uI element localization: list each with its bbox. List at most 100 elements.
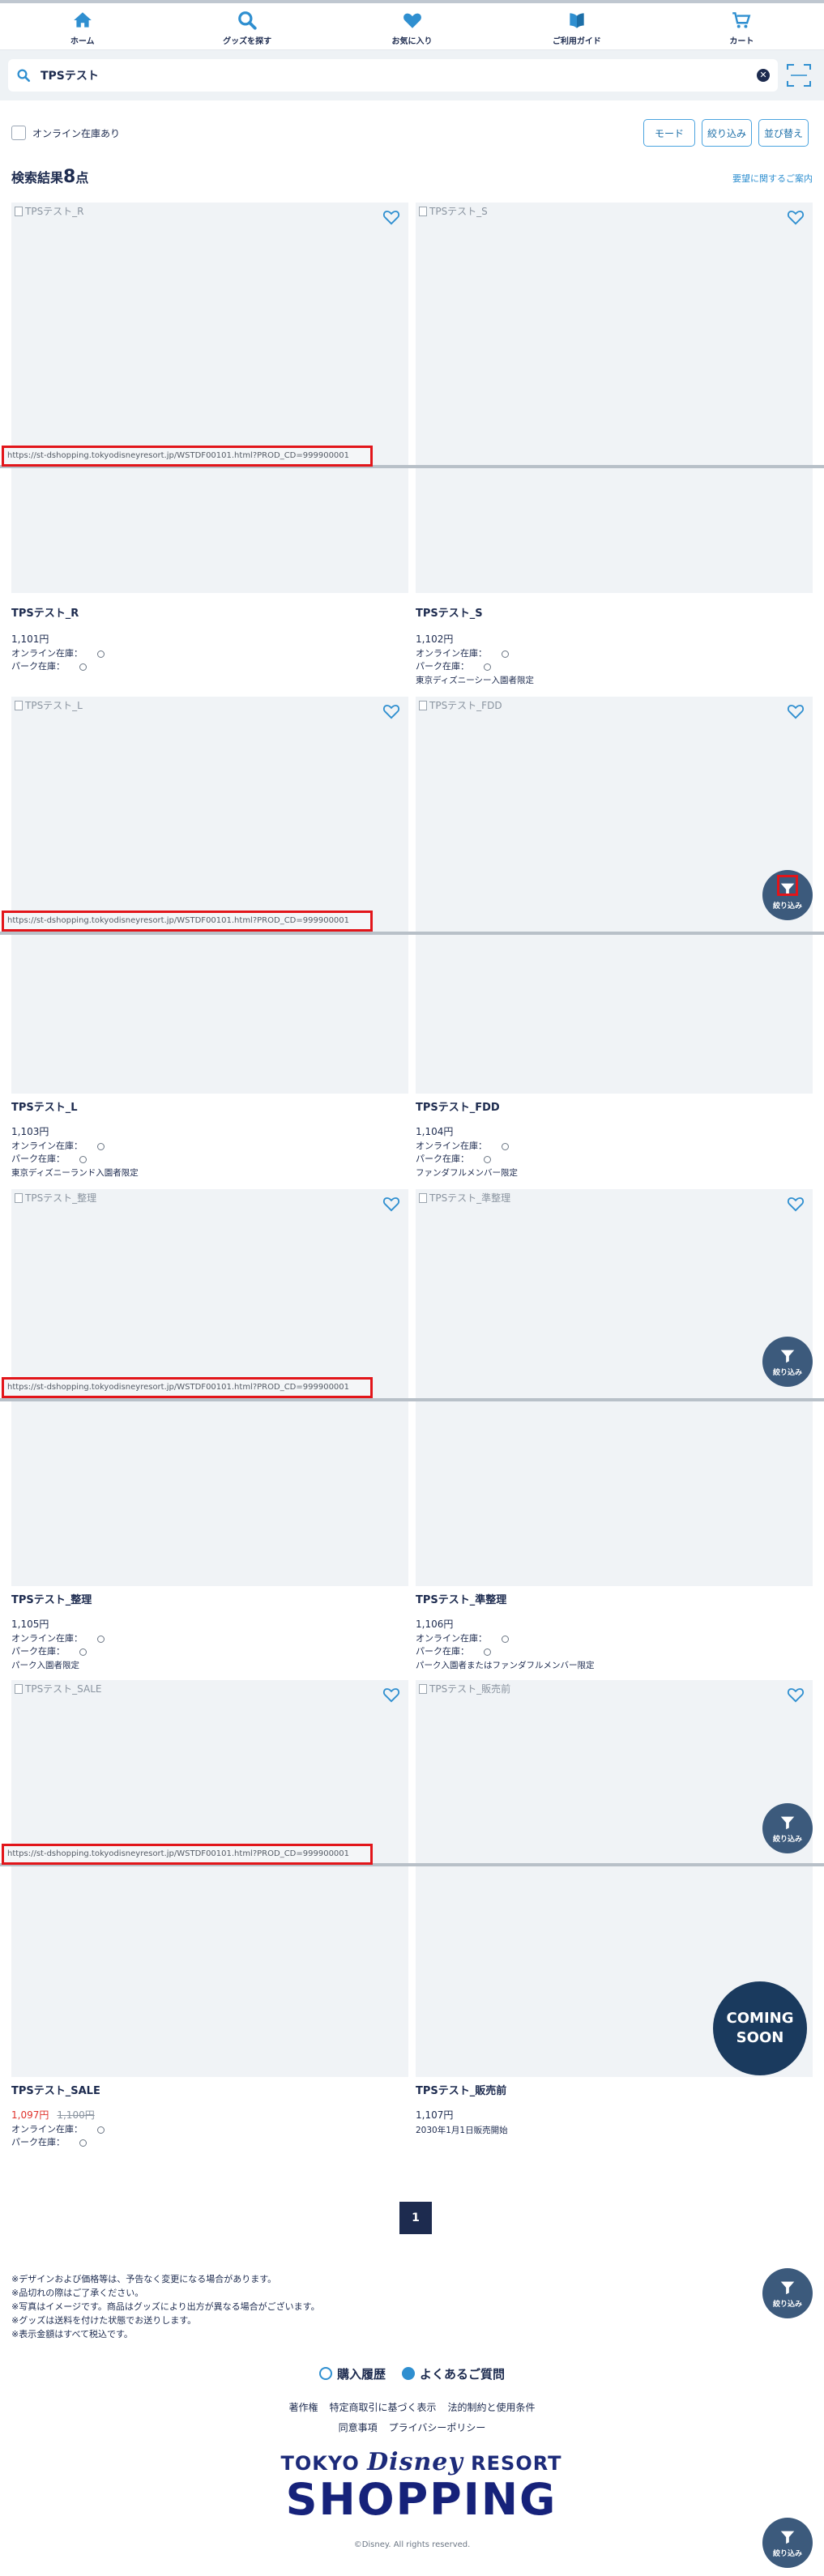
- narrow-button[interactable]: 絞り込み: [702, 119, 752, 147]
- product-card[interactable]: TPSテスト_整理 TPSテスト_整理 1,105円 オンライン在庫： パーク在…: [11, 1189, 408, 1675]
- product-image-alt: TPSテスト_販売前: [419, 1682, 510, 1695]
- product-image-alt: TPSテスト_SALE: [15, 1682, 102, 1695]
- search-input[interactable]: TPSテスト ✕: [8, 59, 778, 92]
- park-stock-status: パーク在庫：: [11, 2135, 87, 2148]
- product-name[interactable]: TPSテスト_販売前: [416, 2082, 506, 2097]
- stock-circle-icon: [484, 1155, 491, 1163]
- product-price: 1,107円: [416, 2109, 454, 2121]
- product-name[interactable]: TPSテスト_整理: [11, 1591, 92, 1606]
- stock-circle-icon: [79, 1155, 87, 1163]
- pagination-page-1[interactable]: 1: [399, 2202, 432, 2234]
- product-restriction-note: 東京ディズニーランド入園者限定: [11, 1168, 139, 1178]
- nav-guide-label: ご利用ガイド: [552, 37, 601, 46]
- filter-fab[interactable]: 絞り込み: [762, 1803, 813, 1853]
- nav-favorites[interactable]: お気に入り: [330, 3, 494, 49]
- favorite-heart-icon[interactable]: [382, 1196, 400, 1212]
- filter-row: オンライン在庫あり モード 絞り込み 並び替え: [11, 119, 813, 148]
- product-image[interactable]: TPSテスト_SALE: [11, 1680, 408, 2077]
- stock-circle-icon: [97, 1635, 105, 1643]
- stock-circle-icon: [79, 663, 87, 671]
- funnel-icon: [780, 1816, 795, 1829]
- filter-fab[interactable]: 絞り込み: [762, 2268, 813, 2318]
- favorite-heart-icon[interactable]: [787, 209, 805, 225]
- copyright-link[interactable]: 著作権: [288, 2400, 318, 2414]
- filter-fab-label: 絞り込み: [772, 2549, 802, 2558]
- favorite-heart-icon[interactable]: [787, 1687, 805, 1703]
- product-card[interactable]: TPSテスト_準整理 TPSテスト_準整理 1,106円 オンライン在庫： パー…: [416, 1189, 813, 1675]
- favorite-heart-icon[interactable]: [382, 209, 400, 225]
- original-price: 1,100円: [57, 2109, 95, 2121]
- favorite-heart-icon[interactable]: [787, 1196, 805, 1212]
- home-icon: [73, 12, 92, 28]
- sale-price: 1,097円: [11, 2109, 49, 2121]
- online-stock-checkbox[interactable]: [11, 126, 26, 140]
- stock-circle-icon: [502, 650, 509, 658]
- product-name[interactable]: TPSテスト_SALE: [11, 2082, 100, 2097]
- product-restriction-note: ファンダフルメンバー限定: [416, 1168, 518, 1178]
- nav-cart[interactable]: カート: [660, 3, 824, 49]
- broken-image-icon: [419, 1192, 427, 1203]
- online-stock-status: オンライン在庫：: [11, 2122, 105, 2135]
- online-stock-status: オンライン在庫：: [416, 646, 509, 659]
- filter-fab[interactable]: 絞り込み: [762, 1337, 813, 1387]
- favorite-heart-icon[interactable]: [382, 703, 400, 719]
- faq-link[interactable]: よくあるご質問: [402, 2365, 505, 2382]
- product-card[interactable]: TPSテスト_L TPSテスト_L 1,103円 オンライン在庫： パーク在庫：…: [11, 697, 408, 1183]
- stock-circle-icon: [79, 2139, 87, 2147]
- product-image[interactable]: TPSテスト_S: [416, 203, 813, 593]
- purchase-history-link[interactable]: 購入履歴: [318, 2365, 386, 2382]
- mode-button[interactable]: モード: [643, 119, 695, 147]
- terms-link[interactable]: 法的制約と使用条件: [448, 2400, 536, 2414]
- search-bar: TPSテスト ✕: [0, 50, 824, 100]
- product-card[interactable]: TPSテスト_SALE TPSテスト_SALE 1,097円 1,100円 オンラ…: [11, 1680, 408, 2166]
- broken-image-icon: [419, 206, 427, 216]
- product-name[interactable]: TPSテスト_準整理: [416, 1591, 506, 1606]
- product-name[interactable]: TPSテスト_L: [11, 1098, 78, 1114]
- online-stock-status: オンライン在庫：: [11, 1631, 105, 1644]
- online-stock-status: オンライン在庫：: [416, 1139, 509, 1152]
- product-image[interactable]: TPSテスト_L: [11, 697, 408, 1094]
- funnel-icon: [780, 2531, 795, 2544]
- privacy-policy-link[interactable]: プライバシーポリシー: [389, 2420, 486, 2434]
- product-name[interactable]: TPSテスト_FDD: [416, 1098, 500, 1114]
- related-info-link[interactable]: 要望に関するご案内: [732, 172, 813, 185]
- park-stock-status: パーク在庫：: [11, 1644, 87, 1657]
- copyright-text: ©Disney. All rights reserved.: [353, 2540, 471, 2549]
- clear-search-icon[interactable]: ✕: [757, 69, 770, 82]
- product-name[interactable]: TPSテスト_S: [416, 604, 483, 620]
- stock-circle-icon: [79, 1648, 87, 1656]
- broken-image-icon: [419, 700, 427, 710]
- filter-fab-label: 絞り込み: [772, 2300, 802, 2309]
- consent-link[interactable]: 同意事項: [339, 2420, 378, 2434]
- product-card[interactable]: TPSテスト_FDD TPSテスト_FDD 1,104円 オンライン在庫： パー…: [416, 697, 813, 1183]
- coming-soon-badge: COMING SOON: [713, 1981, 807, 2075]
- nav-search[interactable]: グッズを探す: [164, 3, 329, 49]
- barcode-scan-icon[interactable]: [786, 63, 812, 87]
- product-release-note: 2030年1月1日販売開始: [416, 2126, 508, 2135]
- product-image-alt: TPSテスト_準整理: [419, 1191, 510, 1205]
- product-image[interactable]: TPSテスト_準整理: [416, 1189, 813, 1586]
- online-stock-status: オンライン在庫：: [11, 1139, 105, 1152]
- stock-circle-icon: [502, 1142, 509, 1150]
- sort-button[interactable]: 並び替え: [758, 119, 809, 147]
- product-image[interactable]: TPSテスト_FDD: [416, 697, 813, 1094]
- stock-circle-icon: [484, 663, 491, 671]
- online-stock-filter[interactable]: オンライン在庫あり: [11, 126, 120, 140]
- search-icon: [17, 69, 31, 83]
- product-url-highlight: https://st-dshopping.tokyodisneyresort.j…: [2, 1377, 373, 1398]
- nav-home[interactable]: ホーム: [0, 3, 164, 49]
- product-card[interactable]: TPSテスト_販売前 TPSテスト_販売前 1,107円 2030年1月1日販売…: [416, 1680, 813, 2166]
- product-url-highlight: https://st-dshopping.tokyodisneyresort.j…: [2, 911, 373, 932]
- product-card[interactable]: TPSテスト_S TPSテスト_S 1,102円 オンライン在庫： パーク在庫：…: [416, 203, 813, 689]
- note-line: ※表示金額はすべて税込です。: [11, 2329, 133, 2339]
- nav-guide[interactable]: ご利用ガイド: [494, 3, 659, 49]
- product-image[interactable]: TPSテスト_R: [11, 203, 408, 593]
- online-stock-status: オンライン在庫：: [416, 1631, 509, 1644]
- tokushoho-link[interactable]: 特定商取引に基づく表示: [329, 2400, 436, 2414]
- favorite-heart-icon[interactable]: [382, 1687, 400, 1703]
- result-label: 検索結果: [11, 170, 64, 186]
- product-name[interactable]: TPSテスト_R: [11, 604, 79, 620]
- favorite-heart-icon[interactable]: [787, 703, 805, 719]
- filter-fab[interactable]: 絞り込み: [762, 2518, 813, 2568]
- tokyo-disney-resort-shopping-logo[interactable]: TOKYO Disney RESORT SHOPPING: [267, 2448, 575, 2545]
